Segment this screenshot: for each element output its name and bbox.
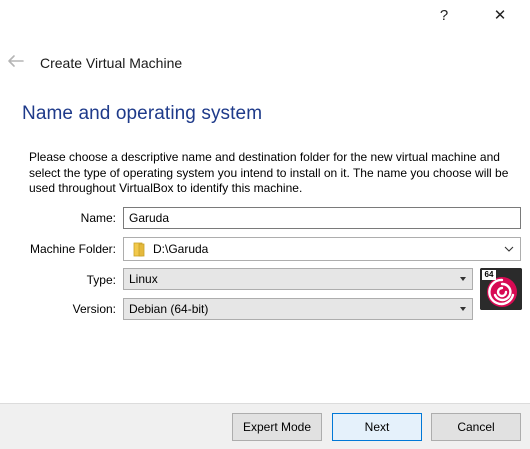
- dropdown-arrow-icon: [460, 277, 466, 281]
- machine-folder-label: Machine Folder:: [29, 242, 116, 256]
- type-label: Type:: [86, 273, 116, 287]
- machine-folder-combo[interactable]: D:\Garuda: [123, 237, 521, 261]
- dropdown-arrow-icon: [460, 307, 466, 311]
- machine-folder-value: D:\Garuda: [153, 242, 209, 256]
- description-text: Please choose a descriptive name and des…: [29, 150, 509, 195]
- cancel-button[interactable]: Cancel: [431, 413, 521, 441]
- expert-mode-button[interactable]: Expert Mode: [232, 413, 322, 441]
- folder-icon: [133, 242, 145, 256]
- section-title: Name and operating system: [22, 103, 263, 124]
- help-button[interactable]: ?: [432, 4, 456, 26]
- type-select[interactable]: Linux: [123, 268, 473, 290]
- version-select-value: Debian (64-bit): [129, 302, 209, 316]
- wizard-title: Create Virtual Machine: [40, 55, 183, 71]
- name-input[interactable]: [123, 207, 521, 229]
- version-label: Version:: [72, 302, 116, 316]
- name-label: Name:: [80, 211, 116, 225]
- os-logo-badge: 64: [480, 268, 522, 310]
- type-select-value: Linux: [129, 272, 158, 286]
- version-select[interactable]: Debian (64-bit): [123, 298, 473, 320]
- chevron-down-icon[interactable]: [504, 244, 514, 254]
- os-bitness-badge: 64: [482, 270, 496, 280]
- create-vm-dialog: ? ✕ Create Virtual Machine Name and oper…: [0, 0, 530, 449]
- close-button[interactable]: ✕: [488, 4, 512, 26]
- next-button[interactable]: Next: [332, 413, 422, 441]
- back-arrow-icon[interactable]: [5, 52, 25, 70]
